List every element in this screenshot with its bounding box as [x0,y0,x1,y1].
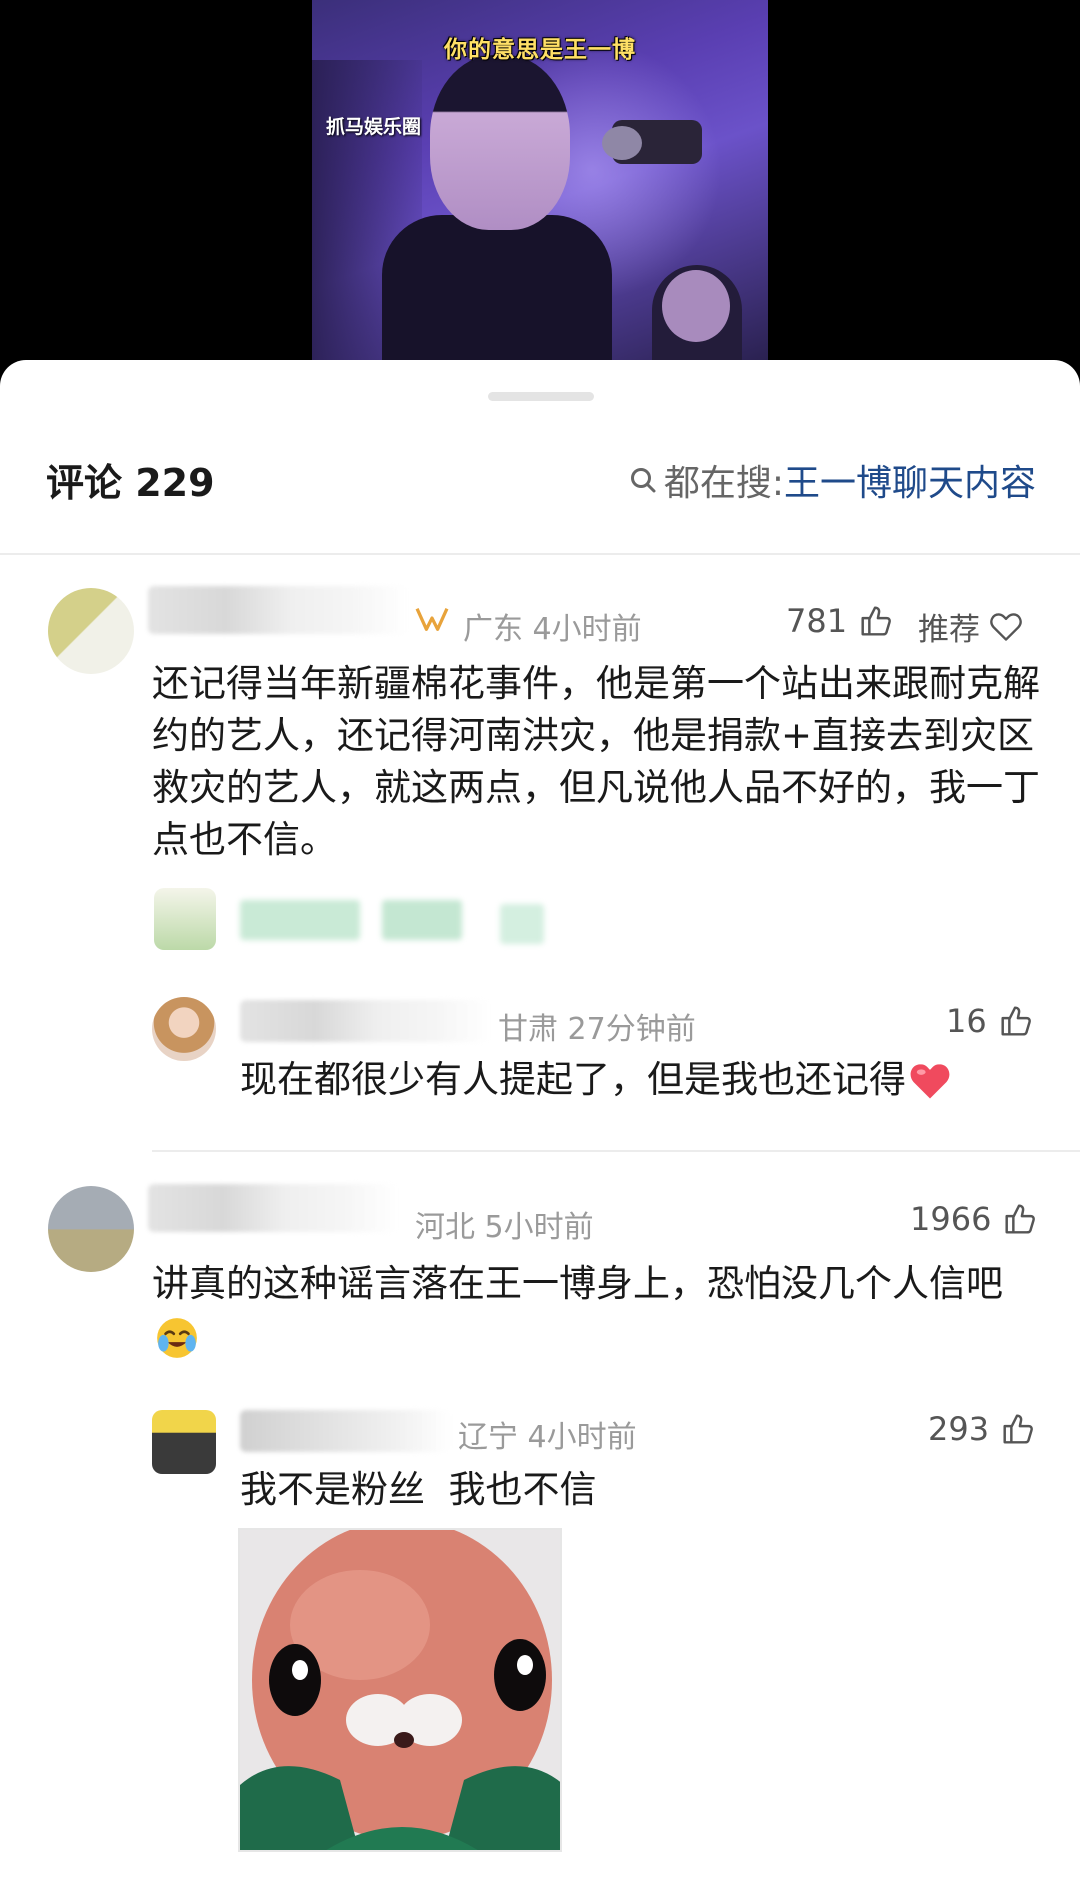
username-blurred[interactable] [240,1410,450,1452]
comment-location-time: 甘肃 27分钟前 [498,1012,696,1047]
avatar[interactable] [152,1410,216,1474]
reply-preview-avatar [154,888,216,950]
like-count: 16 [946,1002,987,1040]
sticker-illustration [240,1530,560,1850]
trending-search-link[interactable]: 都在搜: 王一博聊天内容 [628,454,1036,506]
reply-text: 现在都很少有人提起了，但是我也还记得 [240,1054,1040,1106]
video-watermark: 抓马娱乐圈 [326,116,422,138]
like-button[interactable]: 1966 [910,1200,1039,1238]
video-photographer-head [662,270,730,342]
reply-text-content: 现在都很少有人提起了，但是我也还记得 [240,1058,906,1101]
reply-text: 我不是粉丝 我也不信 [240,1468,597,1511]
username-blurred[interactable] [148,1184,398,1232]
video-caption: 你的意思是王一博 [444,37,636,63]
video-person-head [430,55,570,230]
thumbs-up-icon [1003,1414,1033,1444]
comment-count-title: 评论 229 [46,461,215,505]
comment-location-time: 河北 5小时前 [415,1210,594,1245]
like-button[interactable]: 293 [928,1410,1037,1448]
recommend-label: 推荐 [918,612,980,648]
search-term[interactable]: 王一博聊天内容 [784,454,1036,506]
username-blurred[interactable] [148,586,408,634]
comment-text-content: 讲真的这种谣言落在王一博身上，恐怕没几个人信吧 [152,1262,1003,1305]
like-button[interactable]: 781 [786,602,895,640]
vip-badge-icon [415,608,449,631]
comment-text: 讲真的这种谣言落在王一博身上，恐怕没几个人信吧 [152,1258,1042,1362]
search-label: 都在搜: [663,463,784,504]
comments-header: 评论 229 都在搜: 王一博聊天内容 [0,452,1080,512]
reply-preview-blurred[interactable] [500,904,544,944]
search-icon [630,468,656,493]
video-camera-lens [602,126,642,160]
like-count: 781 [786,602,848,640]
like-count: 293 [928,1410,990,1448]
peach-doll-sticker[interactable] [238,1528,562,1852]
avatar[interactable] [48,1186,134,1272]
comment-location-time: 广东 4小时前 [463,612,642,647]
reply-preview-blurred[interactable] [382,900,462,940]
thumbs-up-icon [1005,1204,1036,1234]
comment-text: 还记得当年新疆棉花事件，他是第一个站出来跟耐克解约的艺人，还记得河南洪灾，他是捐… [152,662,1040,861]
like-count: 1966 [910,1200,992,1238]
username-blurred[interactable] [240,1000,490,1042]
crying-laughing-icon [157,1317,197,1358]
heart-outline-icon [990,612,1022,641]
thumbs-up-icon [1001,1006,1031,1036]
video-person-body [382,215,612,360]
thumbs-up-icon [861,606,891,636]
avatar[interactable] [48,588,134,674]
video-player[interactable]: 你的意思是王一博 抓马娱乐圈 [312,0,768,360]
sheet-drag-handle[interactable] [488,392,594,401]
heart-icon [910,1063,950,1098]
comments-sheet: 评论 229 都在搜: 王一博聊天内容 广东 4小时前 781 推荐 还记得当年… [0,360,1080,1886]
reply-preview-blurred[interactable] [240,900,360,940]
avatar[interactable] [152,997,216,1061]
like-button[interactable]: 16 [946,1002,1035,1040]
comment-location-time: 辽宁 4小时前 [458,1420,637,1455]
comment-divider [152,1150,1080,1152]
video-area[interactable]: 你的意思是王一博 抓马娱乐圈 [0,0,1080,370]
header-divider [0,553,1080,555]
recommend-button[interactable]: 推荐 [918,604,1024,649]
